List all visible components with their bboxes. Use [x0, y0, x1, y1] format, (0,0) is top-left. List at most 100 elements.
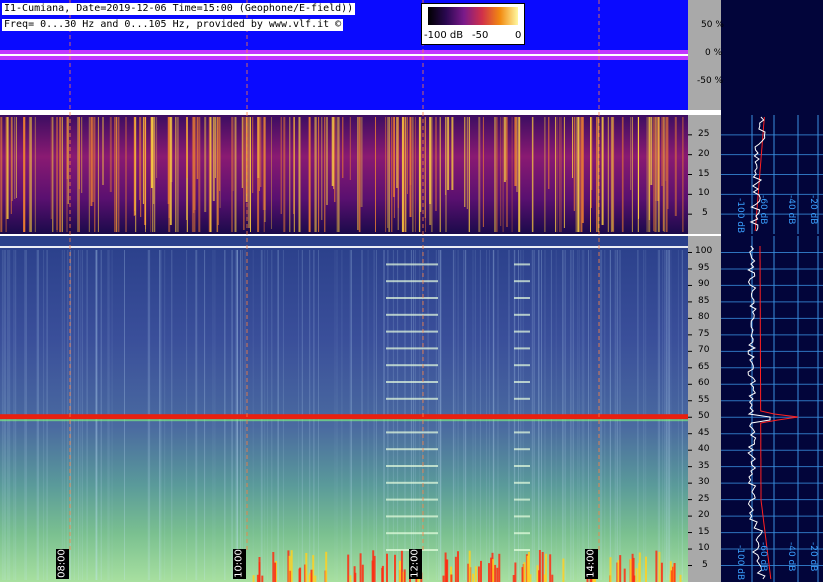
harmonic-band: [386, 297, 438, 299]
low-freq-streak: [572, 117, 573, 178]
low-freq-streak: [257, 117, 260, 178]
low-freq-tick-label: 10: [698, 188, 710, 199]
low-freq-burst: [349, 575, 352, 582]
low-freq-streak: [34, 117, 36, 232]
low-freq-burst: [457, 551, 459, 582]
harmonic-band: [386, 381, 438, 383]
low-freq-streak: [192, 117, 194, 232]
spectrum-db-label: -60 dB: [758, 542, 768, 572]
low-freq-streak: [337, 117, 340, 232]
low-freq-burst: [562, 558, 565, 582]
low-freq-burst: [454, 556, 457, 582]
low-freq-burst: [498, 553, 501, 582]
low-freq-burst: [477, 566, 480, 582]
low-freq-streak: [360, 117, 363, 207]
low-freq-streak: [271, 117, 272, 229]
low-freq-streak: [503, 117, 506, 182]
time-label-text: 12:00: [409, 549, 421, 578]
low-freq-burst: [619, 555, 622, 582]
low-freq-burst: [399, 560, 401, 582]
low-freq-streak: [631, 117, 633, 232]
harmonic-band: [386, 263, 438, 266]
spectrum-db-label: -100 dB: [735, 198, 745, 234]
harmonic-band: [514, 515, 530, 518]
low-freq-burst: [655, 550, 658, 582]
low-freq-streak: [648, 117, 651, 232]
harmonic-band: [514, 263, 530, 266]
low-freq-streak: [342, 117, 344, 178]
low-freq-burst: [261, 575, 264, 582]
low-freq-streak: [90, 117, 93, 206]
low-freq-streak: [198, 117, 201, 232]
low-freq-streak: [234, 117, 237, 232]
low-freq-streak: [94, 117, 96, 232]
low-freq-streak: [293, 117, 295, 232]
low-freq-streak: [412, 117, 414, 232]
low-freq-streak: [661, 117, 663, 186]
low-freq-streak: [577, 117, 580, 232]
low-freq-burst: [400, 550, 403, 582]
harmonic-band: [514, 280, 530, 283]
low-freq-streak: [575, 117, 578, 232]
low-freq-burst: [272, 552, 275, 582]
low-freq-burst: [529, 574, 532, 582]
low-freq-streak: [114, 117, 116, 232]
main-tick-label: 5: [702, 559, 708, 570]
low-freq-burst: [298, 568, 301, 582]
low-freq-streak: [516, 117, 518, 192]
low-freq-streak: [139, 117, 140, 200]
low-freq-streak: [451, 117, 454, 190]
low-freq-streak: [663, 117, 665, 232]
low-freq-streak: [556, 117, 558, 232]
low-freq-streak: [500, 117, 502, 226]
low-freq-streak: [563, 117, 565, 228]
low-freq-streak: [81, 117, 83, 193]
low-freq-burst: [258, 562, 261, 582]
low-freq-burst: [394, 554, 396, 582]
time-label-1200: 12:00: [409, 549, 422, 579]
low-freq-burst: [645, 556, 647, 582]
low-freq-streak: [496, 117, 498, 232]
low-freq-streak: [544, 117, 546, 232]
low-freq-streak: [466, 117, 468, 209]
spectrum-db-label: -20 dB: [808, 195, 818, 225]
low-freq-streak: [630, 117, 632, 190]
low-freq-streak: [514, 117, 517, 186]
harmonic-band: [386, 330, 438, 333]
low-freq-burst: [523, 562, 526, 582]
harmonic-band: [386, 431, 438, 434]
low-freq-streak: [375, 117, 376, 232]
low-freq-streak: [283, 117, 286, 232]
low-freq-streak: [494, 117, 496, 232]
low-freq-streak: [241, 117, 243, 188]
mains-50hz-line: [0, 414, 688, 420]
low-freq-streak: [88, 117, 90, 232]
low-freq-streak: [387, 117, 389, 228]
low-freq-streak: [511, 117, 513, 232]
low-freq-burst: [488, 563, 490, 582]
low-freq-streak: [665, 117, 667, 181]
low-freq-streak: [153, 117, 155, 204]
waveform-tick-label: 0 %: [705, 48, 723, 58]
low-freq-burst: [403, 569, 406, 582]
waveform-tick-label: 50 %: [701, 20, 724, 30]
main-tick-label: 40: [698, 444, 710, 455]
main-tick-label: 35: [698, 460, 710, 471]
low-freq-burst: [545, 553, 547, 582]
main-tick-label: 100: [695, 246, 713, 257]
low-freq-burst: [480, 560, 482, 582]
low-freq-streak: [478, 117, 481, 232]
harmonic-band: [386, 532, 438, 535]
low-freq-streak: [405, 117, 407, 232]
low-freq-streak: [115, 117, 117, 232]
low-freq-tick-label: 5: [702, 208, 708, 219]
low-freq-burst: [381, 565, 384, 582]
low-freq-streak: [418, 117, 420, 232]
low-freq-burst: [468, 550, 471, 582]
low-freq-streak: [468, 117, 470, 232]
low-freq-streak: [309, 117, 311, 232]
low-freq-streak: [607, 117, 609, 232]
colorbar-mid-label: -50: [472, 30, 489, 41]
main-tick-label: 10: [698, 543, 710, 554]
low-freq-streak: [78, 117, 80, 232]
